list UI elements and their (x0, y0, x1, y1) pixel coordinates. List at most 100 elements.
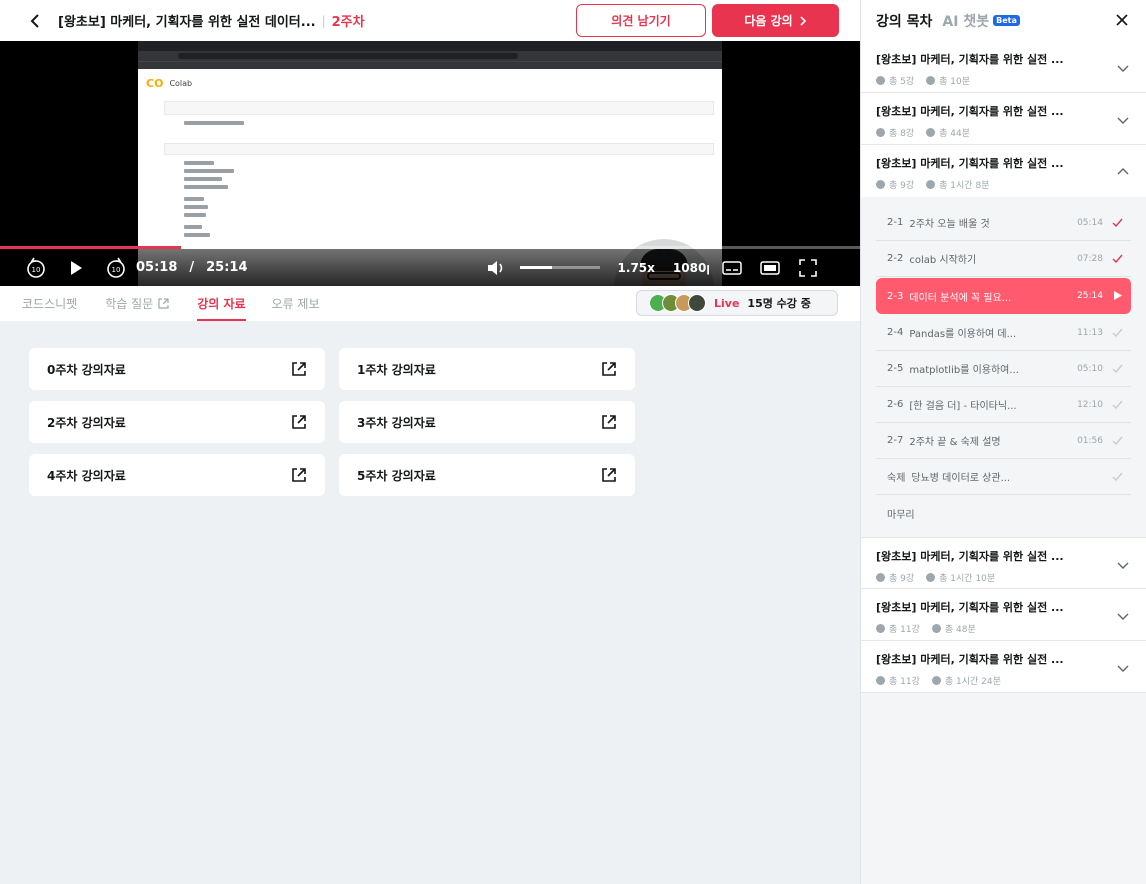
beta-badge: Beta (993, 15, 1020, 26)
curriculum-section[interactable]: [왕초보] 마케터, 기획자를 위한 실전 ... 총 8강 총 44분 (861, 93, 1146, 145)
lesson-number: 2-3 (887, 290, 904, 302)
material-label: 2주차 강의자료 (47, 415, 126, 430)
material-item[interactable]: 3주차 강의자료 (339, 401, 635, 443)
curriculum-section[interactable]: [왕초보] 마케터, 기획자를 위한 실전 ... 총 5강 총 10분 (861, 41, 1146, 93)
theater-mode-button[interactable] (759, 260, 781, 275)
play-count-icon (876, 573, 885, 582)
chevron-down-icon (1117, 613, 1129, 620)
section-duration: 총 44분 (939, 129, 971, 139)
svg-text:10: 10 (112, 266, 121, 274)
total-duration: 25:14 (206, 260, 248, 275)
current-time: 05:18 (136, 260, 178, 275)
clock-icon (926, 76, 936, 85)
section-duration: 총 1시간 10분 (939, 574, 996, 584)
lesson-item[interactable]: 2-5 matplotlib를 이용하여... 05:10 (876, 351, 1131, 387)
material-item[interactable]: 1주차 강의자료 (339, 348, 635, 390)
rewind-10-button[interactable]: 10 (22, 257, 50, 279)
tab-materials[interactable]: 강의 자료 (197, 286, 246, 321)
clock-icon (926, 128, 936, 137)
tab-ai-chatbot[interactable]: AI 챗봇 (942, 11, 989, 31)
lesson-item[interactable]: 2-4 Pandas를 이용하여 데... 11:13 (876, 315, 1131, 351)
tab-code-snippet-label: 코드스니펫 (22, 297, 78, 311)
lesson-number: 2-7 (887, 435, 904, 446)
lesson-number: 2-4 (887, 327, 904, 338)
tab-questions-label: 학습 질문 (105, 297, 154, 311)
chevron-down-icon (1117, 562, 1129, 569)
section-lecture-count: 총 9강 (889, 181, 915, 191)
curriculum-section[interactable]: [왕초보] 마케터, 기획자를 위한 실전 ... 총 11강 총 48분 (861, 589, 1146, 641)
feedback-button[interactable]: 의견 남기기 (576, 4, 706, 37)
play-count-icon (876, 76, 885, 85)
check-icon (1112, 328, 1123, 338)
lesson-item[interactable]: 2-7 2주차 끝 & 숙제 설명 01:56 (876, 423, 1131, 459)
forward-10-button[interactable]: 10 (102, 257, 130, 279)
material-item[interactable]: 2주차 강의자료 (29, 401, 325, 443)
lesson-duration: 05:14 (1077, 217, 1103, 228)
play-button[interactable] (64, 260, 88, 276)
material-label: 1주차 강의자료 (357, 362, 436, 377)
tab-code-snippet[interactable]: 코드스니펫 (22, 286, 77, 321)
lesson-item[interactable]: 숙제 당뇨병 데이터로 상관... (876, 459, 1131, 495)
lesson-title: matplotlib를 이용하여... (909, 365, 1019, 376)
external-link-icon (292, 362, 306, 376)
close-icon[interactable] (1114, 12, 1130, 28)
volume-slider[interactable] (519, 266, 600, 269)
lesson-number: 2-5 (887, 363, 904, 374)
material-item[interactable]: 4주차 강의자료 (29, 454, 325, 496)
rewind-10-icon: 10 (27, 257, 45, 278)
section-title: [왕초보] 마케터, 기획자를 위한 실전 ... (876, 105, 1064, 118)
material-item[interactable]: 5주차 강의자료 (339, 454, 635, 496)
lesson-item[interactable]: 2-1 2주차 오늘 배울 것 05:14 (876, 205, 1131, 241)
lesson-item-current[interactable]: 2-3 데이터 분석에 꼭 필요... 25:14 (876, 278, 1131, 314)
material-label: 3주차 강의자료 (357, 415, 436, 430)
external-link-icon (292, 468, 306, 482)
live-viewer-count: 15명 수강 중 (747, 297, 811, 310)
curriculum-sidebar: 강의 목차 AI 챗봇 Beta [왕초보] 마케터, 기획자를 위한 실전 .… (860, 0, 1146, 884)
subtitles-icon (722, 260, 742, 275)
chevron-down-icon (1117, 665, 1129, 672)
materials-panel: 0주차 강의자료 1주차 강의자료 2주차 강의자료 3주차 강의자료 4주차 … (0, 321, 860, 884)
lesson-number: 숙제 (887, 473, 906, 484)
next-lecture-button[interactable]: 다음 강의 (712, 4, 839, 37)
check-icon (1112, 400, 1123, 410)
tab-error-report[interactable]: 오류 제보 (272, 286, 320, 321)
lesson-title: 2주차 끝 & 숙제 설명 (909, 437, 1001, 448)
tab-questions[interactable]: 학습 질문 (105, 286, 169, 321)
play-count-icon (876, 676, 885, 685)
video-controls: 10 10 05:18 / 25:14 1.75x 1080p (0, 249, 860, 286)
next-lecture-button-label: 다음 강의 (744, 14, 793, 28)
back-button[interactable] (16, 0, 56, 41)
live-viewers-badge: Live 15명 수강 중 (636, 290, 838, 316)
material-item[interactable]: 0주차 강의자료 (29, 348, 325, 390)
lesson-duration: 05:10 (1077, 363, 1103, 374)
quality-selector[interactable]: 1080p (673, 261, 709, 275)
volume-level (519, 266, 552, 269)
content-tabs: 코드스니펫 학습 질문 강의 자료 오류 제보 Live 15명 수강 중 (0, 286, 860, 321)
volume-button[interactable] (486, 260, 508, 276)
subtitles-button[interactable] (721, 260, 743, 275)
playback-speed[interactable]: 1.75x (618, 261, 655, 275)
week-label: 2주차 (331, 15, 365, 30)
tab-table-of-contents[interactable]: 강의 목차 (876, 11, 932, 31)
section-lecture-count: 총 9강 (889, 574, 915, 584)
curriculum-section[interactable]: [왕초보] 마케터, 기획자를 위한 실전 ... 총 11강 총 1시간 24… (861, 641, 1146, 693)
section-title: [왕초보] 마케터, 기획자를 위한 실전 ... (876, 157, 1064, 170)
curriculum-section[interactable]: [왕초보] 마케터, 기획자를 위한 실전 ... 총 9강 총 1시간 10분 (861, 537, 1146, 589)
section-duration: 총 1시간 8분 (939, 181, 990, 191)
clock-icon (931, 624, 941, 633)
material-label: 5주차 강의자료 (357, 468, 436, 483)
external-link-icon (602, 362, 616, 376)
section-lecture-count: 총 8강 (889, 129, 915, 139)
lesson-item[interactable]: 마무리 (876, 495, 1131, 531)
lesson-title: Pandas를 이용하여 데... (909, 329, 1017, 340)
play-count-icon (876, 128, 885, 137)
play-count-icon (876, 624, 885, 633)
time-separator: / (189, 260, 195, 275)
fullscreen-button[interactable] (797, 258, 819, 277)
feedback-button-label: 의견 남기기 (611, 14, 671, 28)
lesson-item[interactable]: 2-6 [한 걸음 더] - 타이타닉... 12:10 (876, 387, 1131, 423)
play-icon (71, 260, 82, 275)
lesson-item[interactable]: 2-2 colab 시작하기 07:28 (876, 241, 1131, 277)
curriculum-section-expanded[interactable]: [왕초보] 마케터, 기획자를 위한 실전 ... 총 9강 총 1시간 8분 (861, 145, 1146, 197)
video-player[interactable]: CO Colab 10 10 05:18 / 25:14 1.75x 1080 (0, 41, 860, 286)
